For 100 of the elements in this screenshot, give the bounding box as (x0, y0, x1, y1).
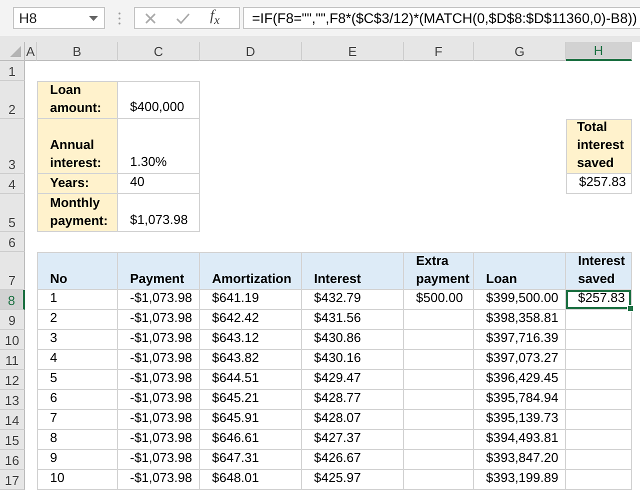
table-cell[interactable]: $425.97 (302, 470, 404, 490)
empty-cell[interactable] (404, 410, 474, 430)
table-cell[interactable]: $393,199.89 (474, 470, 566, 490)
cancel-icon[interactable] (145, 12, 156, 24)
table-cell[interactable]: $500.00 (404, 290, 474, 310)
column-header[interactable]: D (200, 42, 302, 61)
table-cell[interactable]: $430.86 (302, 330, 404, 350)
row-header[interactable]: 12 (0, 370, 25, 390)
table-cell[interactable]: $431.56 (302, 310, 404, 330)
column-header[interactable]: B (37, 42, 118, 61)
row-header[interactable]: 13 (0, 390, 25, 410)
formula-field[interactable]: =IF(F8="","",F8*($C$3/12)*(MATCH(0,$D$8:$D$11360,0)-B8)) (243, 7, 640, 29)
empty-cell[interactable] (404, 330, 474, 350)
table-cell[interactable]: -$1,073.98 (118, 310, 200, 330)
enter-icon[interactable] (176, 12, 190, 24)
column-header[interactable]: G (474, 42, 566, 61)
column-header[interactable]: C (118, 42, 200, 61)
column-header[interactable]: A (25, 42, 37, 61)
table-cell[interactable]: $641.19 (200, 290, 302, 310)
table-cell[interactable]: $646.61 (200, 430, 302, 450)
select-all-icon[interactable] (10, 46, 21, 57)
table-cell[interactable]: $395,784.94 (474, 390, 566, 410)
row-header[interactable]: 3 (0, 119, 25, 174)
table-cell[interactable]: $399,500.00 (474, 290, 566, 310)
table-cell[interactable]: 6 (37, 390, 118, 410)
row-header[interactable]: 2 (0, 81, 25, 119)
table-cell[interactable]: 2 (37, 310, 118, 330)
empty-cell[interactable] (566, 470, 632, 490)
table-cell[interactable]: $397,716.39 (474, 330, 566, 350)
empty-cell[interactable] (566, 450, 632, 470)
row-header[interactable]: 9 (0, 310, 25, 330)
table-cell[interactable]: $429.47 (302, 370, 404, 390)
table-cell[interactable]: $643.82 (200, 350, 302, 370)
table-cell[interactable]: $428.07 (302, 410, 404, 430)
insert-function-button[interactable]: f$_{x}$ (210, 8, 220, 28)
table-cell[interactable]: $394,493.81 (474, 430, 566, 450)
table-cell[interactable]: $257.83 (566, 290, 632, 310)
table-cell[interactable]: $428.77 (302, 390, 404, 410)
table-cell[interactable]: -$1,073.98 (118, 290, 200, 310)
table-cell[interactable]: $426.67 (302, 450, 404, 470)
row-header[interactable]: 15 (0, 430, 25, 450)
table-cell[interactable]: $396,429.45 (474, 370, 566, 390)
table-cell[interactable]: 10 (37, 470, 118, 490)
caret-icon[interactable] (89, 16, 98, 20)
row-header[interactable]: 6 (0, 232, 25, 252)
empty-cell[interactable] (566, 410, 632, 430)
row-header[interactable]: 14 (0, 410, 25, 430)
table-cell[interactable]: -$1,073.98 (118, 370, 200, 390)
table-cell[interactable]: -$1,073.98 (118, 390, 200, 410)
empty-cell[interactable] (404, 470, 474, 490)
row-header[interactable]: 16 (0, 450, 25, 470)
row-header[interactable]: 11 (0, 350, 25, 370)
table-cell[interactable]: $645.91 (200, 410, 302, 430)
table-cell[interactable]: 1 (37, 290, 118, 310)
row-header[interactable]: 1 (0, 61, 25, 81)
table-cell[interactable]: 7 (37, 410, 118, 430)
table-cell[interactable]: 9 (37, 450, 118, 470)
table-cell[interactable]: 3 (37, 330, 118, 350)
table-cell[interactable]: -$1,073.98 (118, 470, 200, 490)
table-cell[interactable]: -$1,073.98 (118, 430, 200, 450)
table-cell[interactable]: -$1,073.98 (118, 450, 200, 470)
empty-cell[interactable] (404, 430, 474, 450)
table-cell[interactable]: $647.31 (200, 450, 302, 470)
table-cell[interactable]: $398,358.81 (474, 310, 566, 330)
empty-cell[interactable] (404, 450, 474, 470)
empty-cell[interactable] (404, 390, 474, 410)
table-cell[interactable]: $432.79 (302, 290, 404, 310)
table-cell[interactable]: 8 (37, 430, 118, 450)
table-cell[interactable]: -$1,073.98 (118, 350, 200, 370)
table-cell[interactable]: -$1,073.98 (118, 410, 200, 430)
table-cell[interactable]: $395,139.73 (474, 410, 566, 430)
row-header[interactable]: 17 (0, 470, 25, 490)
empty-cell[interactable] (404, 310, 474, 330)
name-box[interactable]: H8 (13, 7, 105, 29)
empty-cell[interactable] (404, 350, 474, 370)
empty-cell[interactable] (566, 370, 632, 390)
empty-cell[interactable] (566, 430, 632, 450)
row-header[interactable]: 5 (0, 194, 25, 232)
column-header[interactable]: F (404, 42, 474, 61)
row-header[interactable]: 7 (0, 252, 25, 290)
empty-cell[interactable] (566, 390, 632, 410)
table-cell[interactable]: $643.12 (200, 330, 302, 350)
table-cell[interactable]: $427.37 (302, 430, 404, 450)
table-cell[interactable]: $397,073.27 (474, 350, 566, 370)
empty-cell[interactable] (404, 370, 474, 390)
row-header[interactable]: 4 (0, 174, 25, 194)
table-cell[interactable]: 4 (37, 350, 118, 370)
table-cell[interactable]: $648.01 (200, 470, 302, 490)
table-cell[interactable]: $430.16 (302, 350, 404, 370)
empty-cell[interactable] (566, 310, 632, 330)
table-cell[interactable]: $393,847.20 (474, 450, 566, 470)
table-cell[interactable]: $644.51 (200, 370, 302, 390)
table-cell[interactable]: $645.21 (200, 390, 302, 410)
table-cell[interactable]: $642.42 (200, 310, 302, 330)
row-header[interactable]: 8 (0, 290, 25, 310)
column-header[interactable]: E (302, 42, 404, 61)
empty-cell[interactable] (566, 350, 632, 370)
row-header[interactable]: 10 (0, 330, 25, 350)
column-header[interactable]: H (566, 42, 632, 61)
table-cell[interactable]: -$1,073.98 (118, 330, 200, 350)
